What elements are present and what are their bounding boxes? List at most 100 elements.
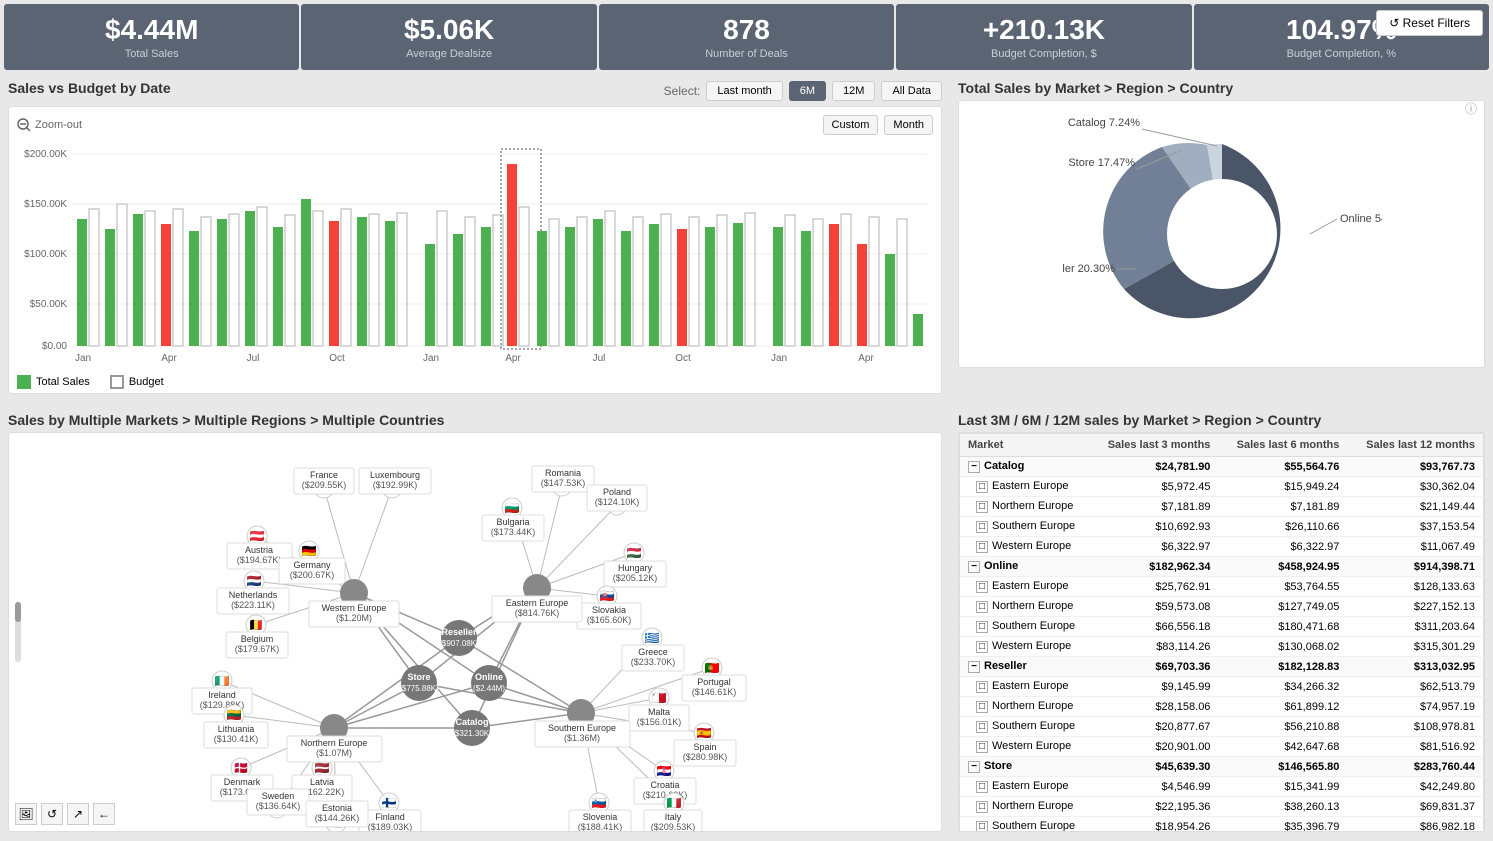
bar — [189, 231, 199, 346]
bar — [507, 164, 517, 346]
sub-icon: □ — [976, 821, 988, 832]
sub-row: □Southern Europe$66,556.18$180,471.68$31… — [960, 617, 1484, 637]
svg-text:Apr: Apr — [505, 353, 521, 364]
sub-icon: □ — [976, 501, 988, 513]
svg-text:France: France — [310, 470, 338, 480]
bar — [841, 214, 851, 346]
custom-btn[interactable]: Custom — [823, 115, 879, 135]
sub-icon: □ — [976, 521, 988, 533]
bar — [661, 214, 671, 346]
legend-budget-icon — [110, 375, 124, 389]
sales-table: Market Sales last 3 months Sales last 6 … — [959, 433, 1484, 832]
svg-text:Store 17.47%: Store 17.47% — [1068, 157, 1135, 169]
kpi-total-sales: $4.44M Total Sales — [4, 4, 299, 70]
bar — [341, 209, 351, 346]
svg-text:Reseller: Reseller — [441, 627, 477, 637]
bar — [857, 244, 867, 346]
bar — [897, 219, 907, 346]
map-reset-btn[interactable]: ↺ — [41, 803, 63, 825]
expand-icon[interactable]: − — [968, 461, 980, 473]
svg-text:Lithuania: Lithuania — [218, 724, 255, 734]
zoom-out-btn[interactable]: Zoom-out — [17, 118, 82, 132]
svg-text:($223.11K): ($223.11K) — [231, 600, 275, 610]
map-controls: 🖼 ↺ ↗ ← — [15, 803, 115, 825]
kpi-budget-dollar: +210.13K Budget Completion, $ — [896, 4, 1191, 70]
svg-text:Romania: Romania — [545, 468, 581, 478]
kpi-budget-dollar-value: +210.13K — [911, 14, 1176, 46]
bar — [537, 231, 547, 346]
svg-text:Hungary: Hungary — [618, 563, 653, 573]
bar — [577, 217, 587, 346]
svg-text:Store: Store — [407, 672, 430, 682]
bar — [519, 207, 529, 346]
svg-text:🇪🇸: 🇪🇸 — [697, 726, 712, 740]
svg-text:($144.26K): ($144.26K) — [315, 813, 360, 823]
reset-filters-button[interactable]: ↺ Reset Filters — [1376, 10, 1483, 36]
bar — [313, 211, 323, 346]
sub-row: □Northern Europe$22,195.36$38,260.13$69,… — [960, 797, 1484, 817]
table-container[interactable]: Market Sales last 3 months Sales last 6 … — [958, 432, 1485, 832]
svg-text:$50.00K: $50.00K — [30, 299, 68, 310]
sub-icon: □ — [976, 481, 988, 493]
bar — [285, 215, 295, 346]
svg-text:Apr: Apr — [858, 353, 874, 364]
bar — [201, 217, 211, 346]
svg-text:Belgium: Belgium — [241, 634, 274, 644]
svg-text:Croatia: Croatia — [650, 780, 679, 790]
svg-text:🇭🇷: 🇭🇷 — [657, 764, 672, 778]
svg-text:Malta: Malta — [648, 707, 670, 717]
bar — [593, 219, 603, 346]
svg-text:🇭🇺: 🇭🇺 — [627, 546, 642, 560]
svg-text:🇬🇷: 🇬🇷 — [645, 631, 660, 645]
legend-budget-label: Budget — [129, 376, 164, 388]
svg-text:🇧🇪: 🇧🇪 — [249, 618, 264, 632]
map-back-btn[interactable]: ← — [93, 803, 115, 825]
all-data-btn[interactable]: All Data — [881, 81, 942, 101]
svg-text:🇩🇪: 🇩🇪 — [302, 544, 317, 558]
bar — [785, 215, 795, 346]
bar — [801, 231, 811, 346]
svg-text:($146.61K): ($146.61K) — [692, 687, 737, 697]
month-btn[interactable]: Month — [884, 115, 933, 135]
sub-row: □Northern Europe$7,181.89$7,181.89$21,14… — [960, 497, 1484, 517]
bar — [273, 227, 283, 346]
sub-icon: □ — [976, 581, 988, 593]
bar — [745, 213, 755, 346]
sub-row: □Eastern Europe$4,546.99$15,341.99$42,24… — [960, 777, 1484, 797]
table-header-row: Market Sales last 3 months Sales last 6 … — [960, 434, 1484, 457]
kpi-budget-dollar-label: Budget Completion, $ — [911, 48, 1176, 60]
kpi-row: $4.44M Total Sales $5.06K Average Dealsi… — [0, 0, 1493, 74]
svg-text:Italy: Italy — [665, 812, 682, 822]
last-month-btn[interactable]: Last month — [706, 81, 782, 101]
map-image-btn[interactable]: 🖼 — [15, 803, 37, 825]
map-share-btn[interactable]: ↗ — [67, 803, 89, 825]
bar-chart-svg: $200.00K $150.00K $100.00K $50.00K $0.00 — [17, 139, 927, 369]
expand-icon[interactable]: − — [968, 561, 980, 573]
6m-btn[interactable]: 6M — [789, 81, 826, 101]
svg-text:Southern Europe: Southern Europe — [548, 723, 616, 733]
sub-icon: □ — [976, 701, 988, 713]
kpi-total-sales-value: $4.44M — [19, 14, 284, 46]
svg-text:Oct: Oct — [329, 353, 345, 364]
svg-text:Jul: Jul — [593, 353, 606, 364]
bar — [217, 219, 227, 346]
sub-icon: □ — [976, 621, 988, 633]
bar — [385, 221, 395, 346]
svg-text:($814.76K): ($814.76K) — [515, 608, 560, 618]
svg-text:🇮🇹: 🇮🇹 — [667, 796, 682, 810]
svg-text:Denmark: Denmark — [224, 777, 261, 787]
svg-text:Apr: Apr — [161, 353, 177, 364]
col-12m: Sales last 12 months — [1347, 434, 1483, 457]
svg-text:($130.41K): ($130.41K) — [214, 734, 259, 744]
bar — [885, 254, 895, 346]
svg-text:Portugal: Portugal — [697, 677, 731, 687]
sub-row: □Western Europe$83,114.26$130,068.02$315… — [960, 637, 1484, 657]
svg-text:($321.30K): ($321.30K) — [452, 729, 492, 738]
12m-btn[interactable]: 12M — [832, 81, 875, 101]
bar — [813, 219, 823, 346]
table-body: −Catalog$24,781.90$55,564.76$93,767.73□E… — [960, 457, 1484, 833]
svg-text:Slovakia: Slovakia — [592, 605, 626, 615]
svg-text:Poland: Poland — [603, 487, 631, 497]
expand-icon[interactable]: − — [968, 661, 980, 673]
expand-icon[interactable]: − — [968, 761, 980, 773]
